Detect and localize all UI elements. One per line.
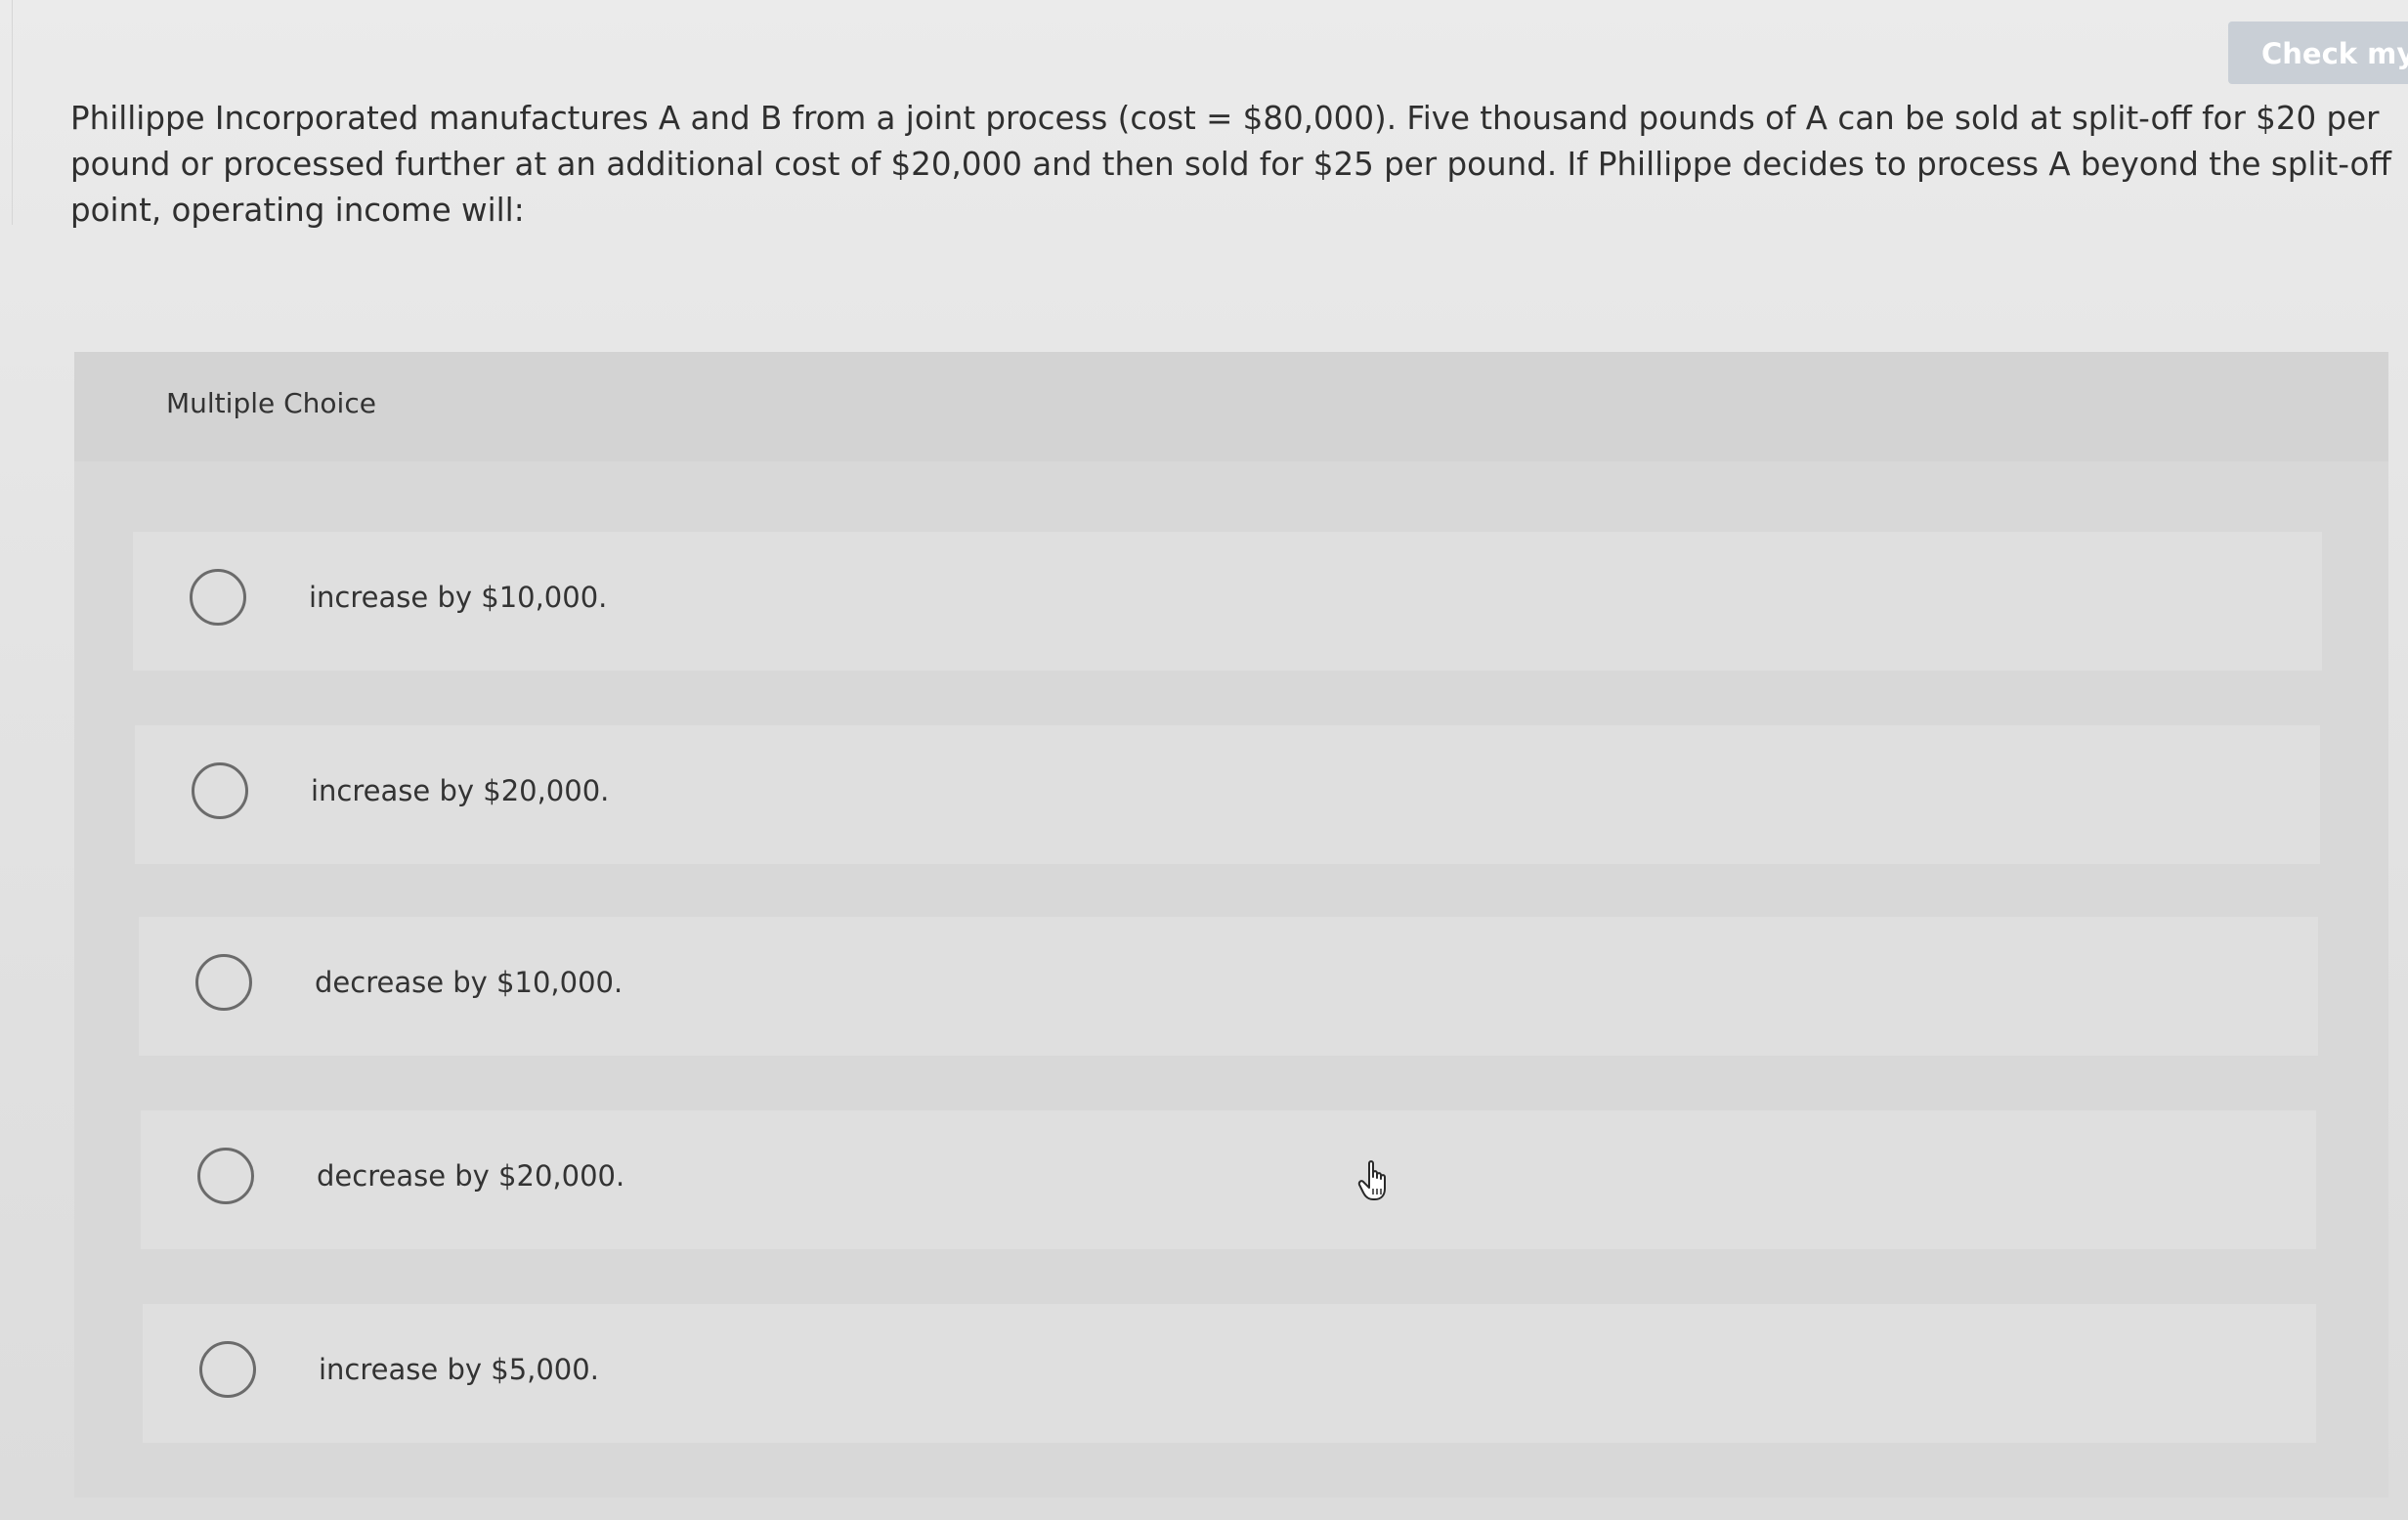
radio-button[interactable] bbox=[192, 762, 248, 819]
choice-label: decrease by $10,000. bbox=[315, 966, 624, 999]
choice-option-1[interactable]: increase by $10,000. bbox=[133, 532, 2322, 671]
radio-button[interactable] bbox=[190, 569, 246, 626]
radio-button[interactable] bbox=[199, 1341, 256, 1398]
radio-button[interactable] bbox=[197, 1148, 254, 1204]
choice-option-2[interactable]: increase by $20,000. bbox=[135, 725, 2320, 864]
hand-pointer-icon bbox=[1357, 1160, 1386, 1200]
multiple-choice-panel: Multiple Choice increase by $10,000. inc… bbox=[74, 352, 2388, 1498]
choice-label: increase by $10,000. bbox=[309, 581, 608, 614]
choice-option-3[interactable]: decrease by $10,000. bbox=[139, 917, 2318, 1056]
choice-label: decrease by $20,000. bbox=[317, 1159, 625, 1193]
panel-title: Multiple Choice bbox=[166, 387, 376, 419]
panel-header: Multiple Choice bbox=[74, 352, 2388, 461]
choice-label: increase by $20,000. bbox=[311, 774, 610, 807]
question-text: Phillippe Incorporated manufactures A an… bbox=[70, 100, 2391, 229]
choice-label: increase by $5,000. bbox=[319, 1353, 599, 1386]
choice-option-5[interactable]: increase by $5,000. bbox=[143, 1304, 2316, 1443]
radio-button[interactable] bbox=[195, 954, 252, 1011]
window-edge bbox=[0, 0, 13, 225]
choice-option-4[interactable]: decrease by $20,000. bbox=[141, 1110, 2316, 1249]
check-my-work-button[interactable]: Check my bbox=[2228, 22, 2408, 84]
